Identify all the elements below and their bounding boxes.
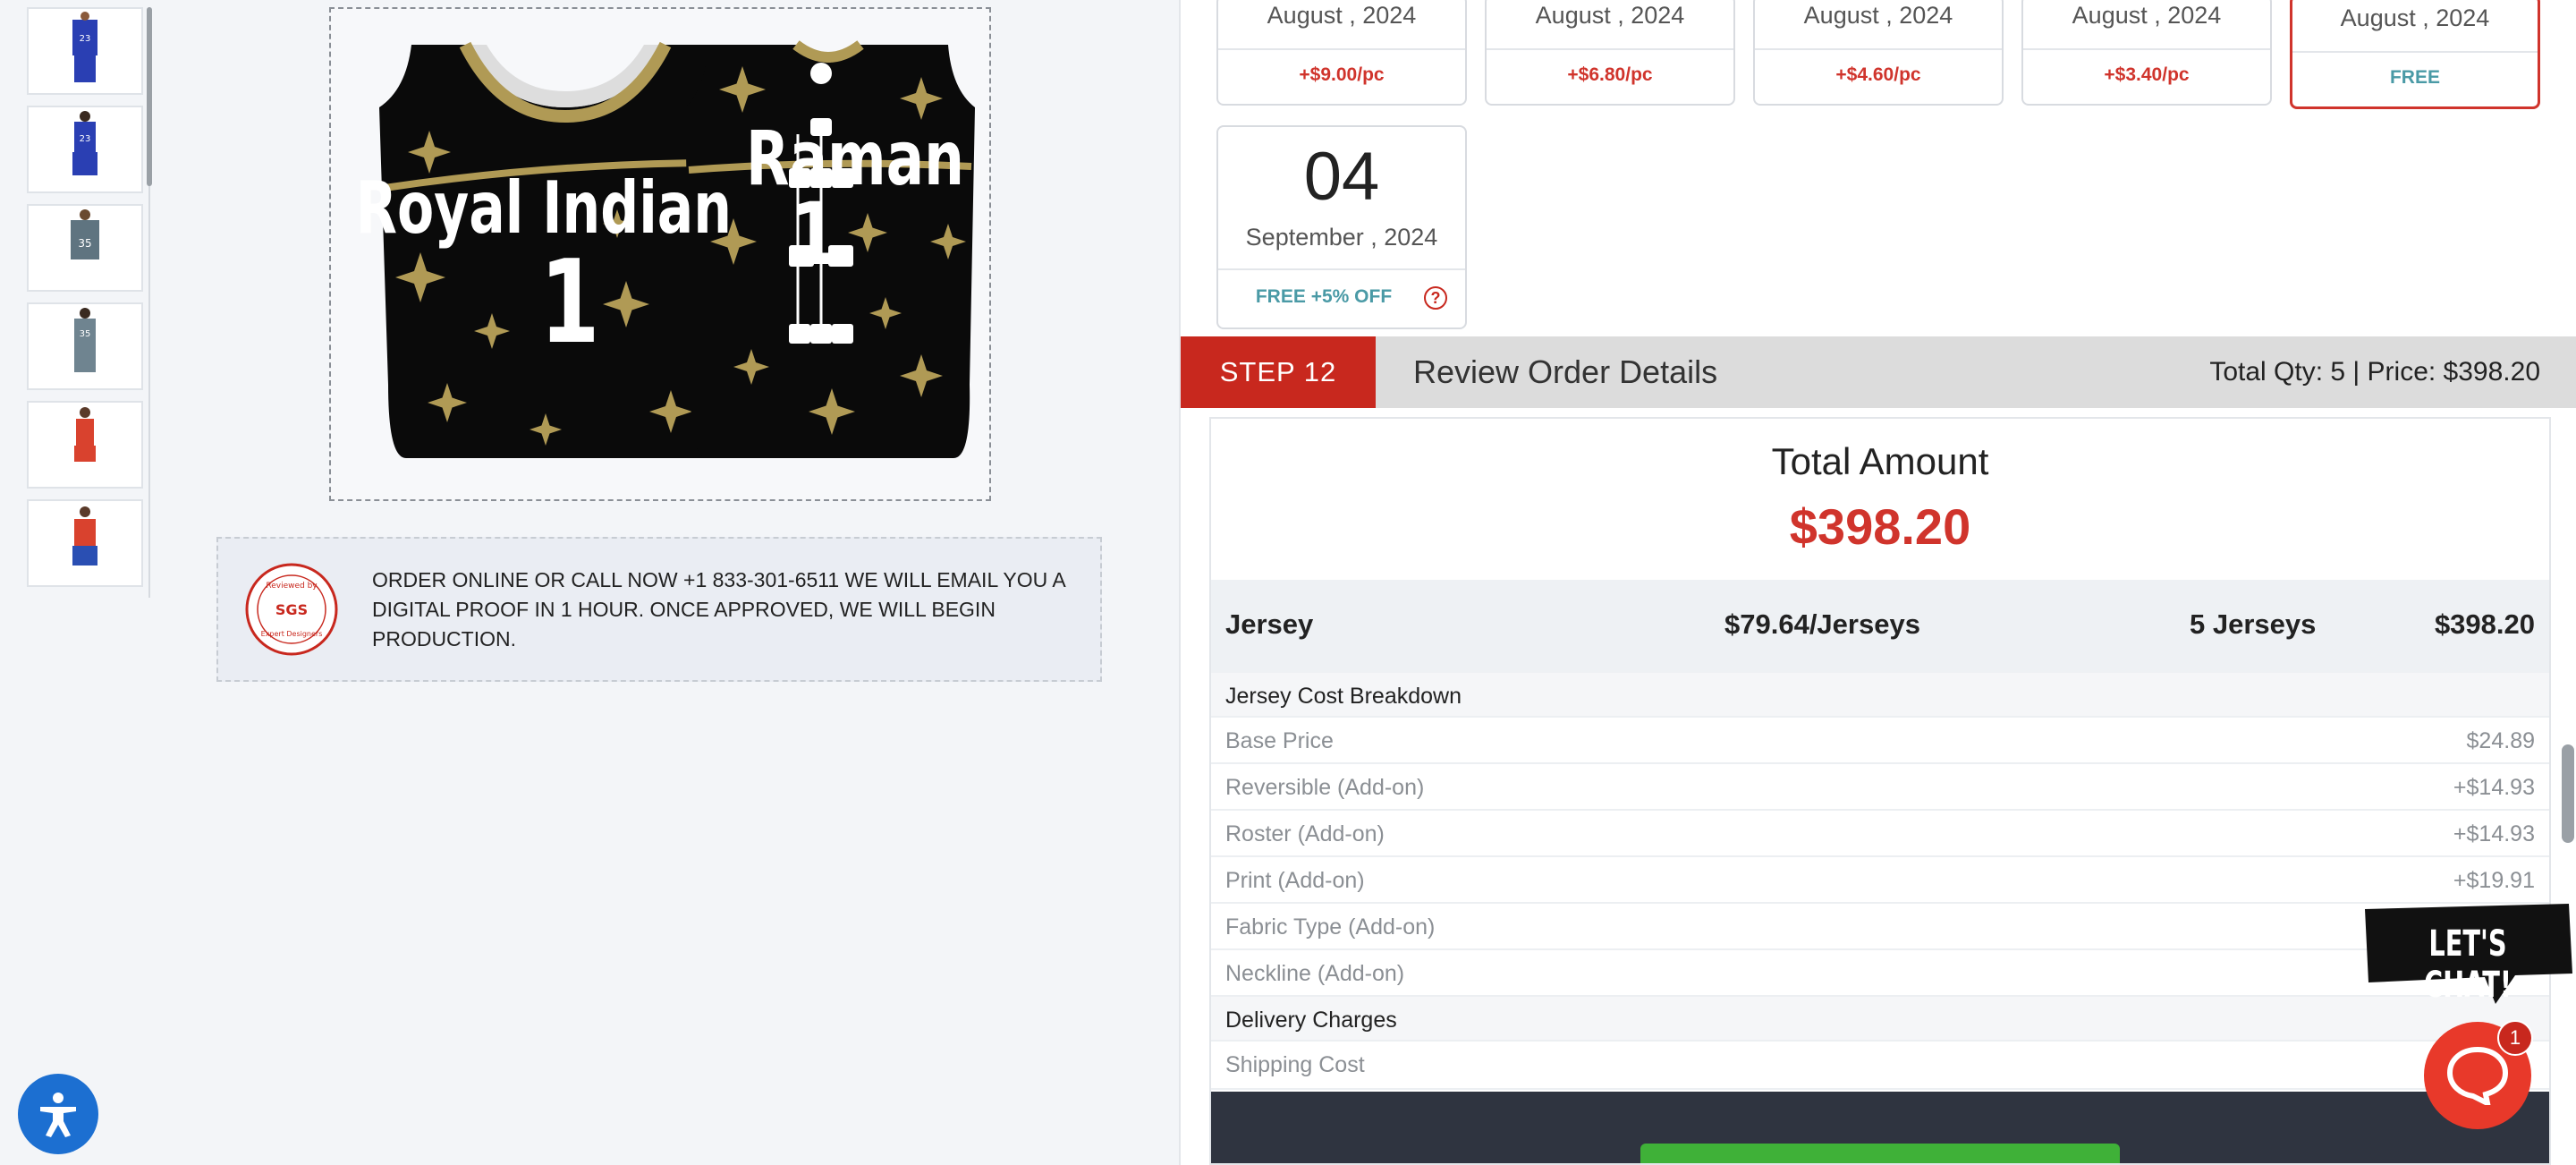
thumbnail-red-women[interactable] (27, 401, 143, 489)
svg-text:23: 23 (80, 34, 91, 44)
delivery-date-price: +$9.00/pc (1218, 48, 1465, 102)
front-number[interactable]: 1 (506, 236, 634, 370)
total-amount-value: $398.20 (1789, 498, 1971, 555)
order-notice: Reviewed by SGS Expert Designers ORDER O… (216, 537, 1102, 682)
delivery-date-price: FREE +5% OFF ? (1218, 268, 1465, 327)
delivery-date-card-1[interactable]: August , 2024 +$9.00/pc (1216, 0, 1467, 106)
page-scrollbar[interactable] (2562, 744, 2574, 843)
breakdown-row: Print (Add-on) +$19.91 (1211, 857, 2549, 904)
delivery-date-card-extra[interactable]: 04 September , 2024 FREE +5% OFF ? (1216, 125, 1467, 329)
lets-chat-text: LET'S CHAT! (2423, 923, 2512, 1006)
jersey-design-canvas[interactable]: Royal Indian 1 Raman 1 (329, 7, 991, 501)
delivery-title: Delivery Charges (1225, 1008, 1397, 1033)
jersey-red-women-2-icon (72, 506, 97, 565)
delivery-date-month: August , 2024 (1535, 2, 1685, 29)
delivery-date-month: September , 2024 (1245, 224, 1438, 251)
thumbnail-scrollbar[interactable] (147, 7, 152, 186)
back-number[interactable]: 1 (767, 184, 861, 285)
breakdown-title: Jersey Cost Breakdown (1225, 684, 1462, 709)
breakdown-row: Fabric Type (Add-on) (1211, 904, 2549, 950)
breakdown-label: Fabric Type (Add-on) (1225, 914, 1436, 940)
thumbnail-red-women-2[interactable] (27, 499, 143, 587)
thumbnail-blue-23-full[interactable]: 23 (27, 106, 143, 193)
breakdown-label: Roster (Add-on) (1225, 821, 1385, 846)
reviewed-seal-icon: Reviewed by SGS Expert Designers (245, 563, 338, 656)
thumbnail-gray-35-full[interactable]: 35 (27, 302, 143, 390)
delivery-date-month: August , 2024 (2340, 4, 2490, 31)
checkout-bar (1211, 1092, 2549, 1163)
breakdown-row: Reversible (Add-on) +$14.93 (1211, 764, 2549, 811)
breakdown-title-row: Jersey Cost Breakdown (1211, 673, 2549, 718)
jersey-preview-icon (379, 40, 975, 458)
jersey-summary-row: Jersey $79.64/Jerseys 5 Jerseys $398.20 (1211, 580, 2549, 673)
checkout-button[interactable] (1640, 1144, 2120, 1163)
svg-text:35: 35 (78, 237, 91, 250)
shipping-label: Shipping Cost (1225, 1052, 1365, 1077)
total-amount-label: Total Amount (1771, 440, 1989, 482)
breakdown-row: Neckline (Add-on) (1211, 950, 2549, 997)
delivery-date-card-5-selected[interactable]: August , 2024 FREE (2290, 0, 2540, 109)
chat-notification-badge: 1 (2497, 1020, 2533, 1056)
breakdown-value: +$14.93 (2453, 821, 2535, 846)
breakdown-label: Base Price (1225, 728, 1334, 753)
thumbnail-gray-35[interactable]: 35 (27, 204, 143, 292)
order-notice-text: ORDER ONLINE OR CALL NOW +1 833-301-6511… (372, 567, 1065, 651)
delivery-date-month: August , 2024 (1267, 2, 1417, 29)
delivery-date-card-2[interactable]: August , 2024 +$6.80/pc (1485, 0, 1735, 106)
breakdown-value: +$14.93 (2453, 775, 2535, 800)
svg-text:35: 35 (80, 329, 91, 339)
jersey-blue-23-icon: 23 (72, 12, 97, 82)
delivery-date-price: +$6.80/pc (1487, 48, 1733, 102)
delivery-date-price: FREE (2292, 51, 2538, 105)
breakdown-value: +$19.91 (2453, 868, 2535, 893)
breakdown-value: $24.89 (2466, 728, 2535, 753)
jersey-gray-35-icon: 35 (71, 209, 99, 259)
jersey-gray-35-full-icon: 35 (74, 308, 96, 372)
seal-top-text: Reviewed by (266, 582, 318, 591)
help-icon[interactable]: ? (1424, 286, 1447, 310)
breakdown-row: Base Price $24.89 (1211, 718, 2549, 764)
delivery-date-price: +$4.60/pc (1755, 48, 2002, 102)
design-panel: 23 23 35 35 Royal Indian 1 Raman 1 Revie… (0, 0, 1179, 1165)
jersey-quantity: 5 Jerseys (2190, 608, 2317, 640)
delivery-date-price-text: FREE +5% OFF (1255, 286, 1393, 307)
thumbnail-list: 23 23 35 35 (27, 7, 145, 598)
jersey-blue-23-full-icon: 23 (72, 111, 97, 175)
seal-bottom-text: Expert Designers (261, 630, 323, 638)
accessibility-button[interactable] (18, 1074, 98, 1154)
thumbnail-blue-23[interactable]: 23 (27, 7, 143, 95)
step-summary: Total Qty: 5 | Price: $398.20 (2209, 357, 2540, 387)
delivery-date-card-4[interactable]: August , 2024 +$3.40/pc (2021, 0, 2272, 106)
svg-text:23: 23 (80, 134, 91, 144)
jersey-total: $398.20 (2434, 608, 2535, 640)
chat-icon (2446, 1046, 2509, 1105)
delivery-date-price: +$3.40/pc (2023, 48, 2270, 102)
delivery-date-card-3[interactable]: August , 2024 +$4.60/pc (1753, 0, 2004, 106)
delivery-title-row: Delivery Charges (1211, 997, 2549, 1042)
jersey-unit-price: $79.64/Jerseys (1724, 608, 1920, 640)
breakdown-label: Neckline (Add-on) (1225, 961, 1405, 986)
breakdown-row: Roster (Add-on) +$14.93 (1211, 811, 2549, 857)
delivery-date-month: August , 2024 (2072, 2, 2222, 29)
step-badge: STEP 12 (1181, 336, 1376, 408)
step-12-header[interactable]: STEP 12 Review Order Details Total Qty: … (1181, 336, 2576, 408)
breakdown-label: Reversible (Add-on) (1225, 775, 1425, 800)
breakdown-label: Print (Add-on) (1225, 868, 1365, 893)
jersey-red-women-icon (74, 407, 96, 462)
accessibility-icon (40, 1093, 76, 1137)
seal-mid-text: SGS (275, 601, 308, 618)
lets-chat-bubble[interactable]: LET'S CHAT! (2361, 904, 2576, 1009)
shipping-row: Shipping Cost (1211, 1042, 2549, 1090)
review-order-details: Total Amount $398.20 Jersey $79.64/Jerse… (1209, 417, 2551, 1165)
delivery-date-day: 04 (1303, 139, 1380, 215)
step-title: Review Order Details (1413, 353, 1718, 390)
delivery-date-month: August , 2024 (1803, 2, 1953, 29)
jersey-name: Jersey (1225, 608, 1314, 640)
